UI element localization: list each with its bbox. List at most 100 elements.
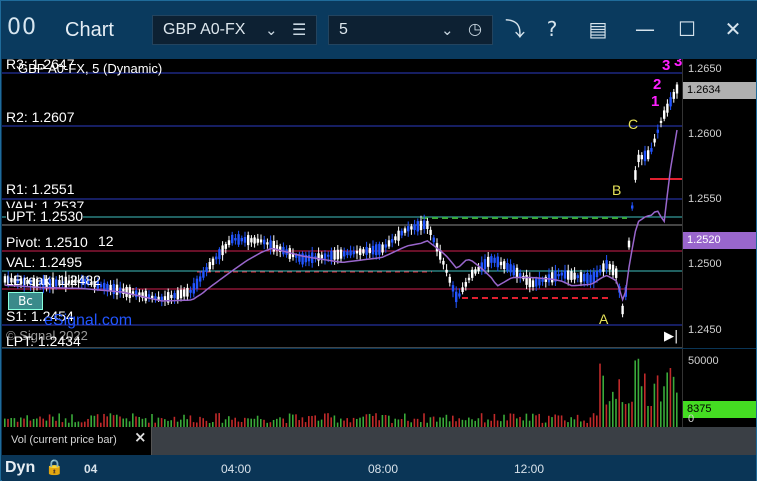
candle: [243, 237, 247, 243]
volume-bar: [340, 418, 342, 427]
template-icon[interactable]: ▤: [584, 17, 612, 41]
candle: [602, 263, 605, 272]
candle: [503, 261, 506, 269]
volume-bar: [400, 419, 403, 427]
volume-bar: [477, 418, 480, 427]
volume-bar: [170, 420, 172, 427]
time-axis[interactable]: Dyn 🔒 04 04:00 08:00 12:00: [2, 455, 756, 481]
interval-selector[interactable]: 5 ⌄ ◷: [328, 15, 493, 45]
volume-bar: [20, 417, 22, 427]
candle: [192, 283, 195, 294]
candle: [499, 261, 503, 266]
volume-bar: [132, 413, 134, 427]
close-icon[interactable]: ✕: [719, 17, 747, 41]
volume-bar: [164, 419, 166, 427]
volume-bar: [404, 413, 406, 427]
price-tick: 1.2450: [688, 324, 722, 336]
minimize-icon[interactable]: —: [631, 17, 659, 41]
candle: [525, 275, 528, 285]
volume-bar: [324, 413, 326, 427]
volume-bar: [458, 418, 460, 427]
volume-bar: [215, 413, 217, 427]
volume-bar: [592, 413, 595, 427]
volume-bar: [368, 413, 371, 427]
candle: [227, 240, 231, 245]
candle: [365, 246, 368, 255]
lock-icon[interactable]: 🔒: [45, 458, 64, 476]
candle: [378, 243, 381, 255]
candle: [650, 148, 653, 152]
candle: [205, 267, 208, 272]
volume-bar: [650, 406, 652, 427]
price-tick: 1.2650: [688, 63, 722, 75]
volume-bar: [628, 403, 630, 427]
close-icon[interactable]: ×: [134, 428, 147, 446]
candle: [410, 226, 413, 230]
volume-bar: [234, 417, 236, 427]
scroll-to-end-icon[interactable]: ▶|: [664, 329, 678, 344]
volume-bar: [384, 414, 387, 427]
candle: [391, 239, 394, 243]
candle: [442, 260, 445, 265]
candle: [551, 272, 554, 283]
volume-bar: [576, 414, 579, 427]
volume-bar: [58, 413, 60, 427]
volume-bar: [250, 418, 252, 427]
volume-study-tab[interactable]: Vol (current price bar) ×: [2, 427, 152, 455]
volume-bar: [13, 418, 16, 427]
candle: [451, 285, 455, 292]
volume-bar: [247, 418, 249, 427]
volume-bar: [388, 415, 390, 427]
volume-bar: [461, 419, 464, 427]
pivot-suffix: 12: [98, 233, 114, 249]
candle: [512, 265, 515, 276]
volume-bar: [244, 417, 246, 427]
count-2: 2: [653, 76, 662, 93]
volume-bar: [93, 415, 96, 427]
volume-bar: [7, 418, 9, 427]
dynamic-mode-button[interactable]: Dyn: [5, 459, 35, 477]
candle: [643, 150, 647, 162]
candle: [355, 250, 359, 254]
volume-bar: [186, 419, 188, 427]
candle: [669, 97, 672, 107]
candle: [320, 254, 323, 259]
volume-axis[interactable]: 50000 8375 0: [682, 349, 756, 427]
time-label: 08:00: [368, 462, 399, 476]
candle: [231, 234, 234, 244]
volume-bar: [138, 417, 140, 427]
chevron-down-icon[interactable]: ⌄: [265, 21, 278, 39]
price-chart[interactable]: R3: 1.2647 GBP A0-FX, 5 (Dynamic) R2: 1.…: [2, 59, 682, 348]
symbol-selector[interactable]: GBP A0-FX ⌄ ☰: [152, 15, 317, 45]
volume-bar: [656, 375, 659, 427]
candle: [186, 287, 189, 297]
volume-bar: [413, 418, 416, 427]
candle: [349, 250, 352, 256]
candle: [413, 224, 416, 230]
link-icon[interactable]: ⤵: [501, 17, 529, 41]
candle: [381, 244, 384, 253]
volume-bar: [439, 417, 441, 427]
candle: [419, 220, 423, 231]
clock-icon[interactable]: ◷: [468, 19, 482, 38]
candle: [506, 262, 509, 271]
count-3: 3: [662, 59, 671, 74]
help-icon[interactable]: ?: [538, 17, 566, 41]
list-icon[interactable]: ☰: [292, 20, 306, 39]
candle: [647, 150, 650, 160]
candle: [448, 276, 451, 283]
chevron-down-icon[interactable]: ⌄: [441, 21, 454, 39]
moving-average-line: [4, 129, 678, 303]
volume-bar: [394, 418, 396, 427]
volume-bar: [314, 415, 316, 427]
volume-bar: [647, 405, 649, 427]
price-axis[interactable]: 1.2650 1.2634 1.2600 1.2550 1.2520 1.250…: [682, 59, 756, 348]
candle: [490, 256, 493, 263]
candle: [189, 289, 192, 293]
maximize-icon[interactable]: ☐: [673, 17, 701, 41]
volume-bar: [605, 404, 608, 427]
candle: [339, 249, 343, 259]
volume-pane[interactable]: [2, 349, 682, 427]
volume-bar: [301, 417, 304, 427]
candle: [640, 155, 643, 160]
